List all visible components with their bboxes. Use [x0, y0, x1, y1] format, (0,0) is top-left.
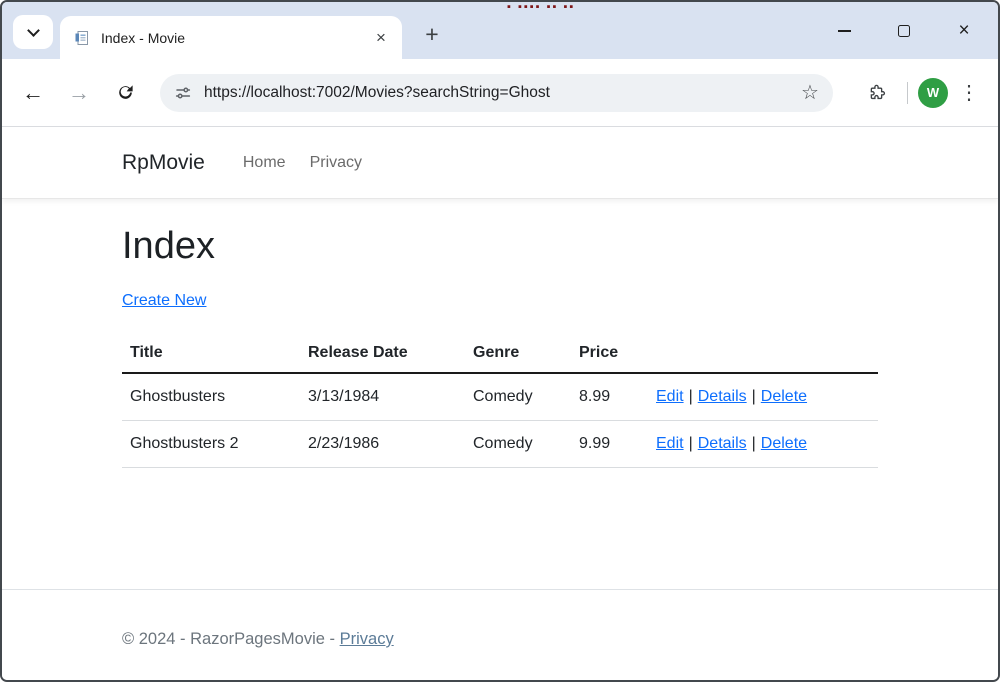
- action-separator: |: [752, 388, 756, 405]
- web-page: RpMovie Home Privacy Index Create New Ti…: [2, 127, 998, 680]
- col-genre: Genre: [465, 334, 571, 373]
- extensions-button[interactable]: [855, 72, 897, 114]
- cell-price: 8.99: [571, 373, 648, 421]
- new-tab-button[interactable]: +: [415, 17, 449, 51]
- nav-privacy-link[interactable]: Privacy: [310, 154, 362, 172]
- brand-link[interactable]: RpMovie: [122, 151, 205, 175]
- cell-release-date: 2/23/1986: [300, 421, 465, 468]
- address-bar[interactable]: https://localhost:7002/Movies?searchStri…: [160, 74, 833, 112]
- movies-table: Title Release Date Genre Price Ghostbust…: [122, 334, 878, 468]
- close-window-button[interactable]: ×: [934, 10, 994, 52]
- site-footer: © 2024 - RazorPagesMovie - Privacy: [2, 589, 998, 680]
- edit-link[interactable]: Edit: [656, 388, 684, 405]
- main-content: Index Create New Title Release Date Genr…: [2, 199, 998, 589]
- delete-link[interactable]: Delete: [761, 388, 807, 405]
- tab-search-button[interactable]: [13, 15, 53, 49]
- maximize-icon: [898, 25, 910, 37]
- back-button[interactable]: ←: [10, 70, 56, 116]
- tab-close-icon[interactable]: ×: [370, 27, 392, 49]
- maximize-button[interactable]: [874, 10, 934, 52]
- site-settings-icon: [174, 84, 192, 102]
- nav-home-link[interactable]: Home: [243, 154, 286, 172]
- site-navbar: RpMovie Home Privacy: [2, 127, 998, 199]
- browser-window: ▪ ▪▪▪▪ ▪▪ ▪▪ Index - Movie × +: [0, 0, 1000, 682]
- profile-avatar[interactable]: W: [918, 78, 948, 108]
- cell-genre: Comedy: [465, 373, 571, 421]
- col-release-date: Release Date: [300, 334, 465, 373]
- cell-genre: Comedy: [465, 421, 571, 468]
- url-text: https://localhost:7002/Movies?searchStri…: [204, 84, 795, 102]
- action-separator: |: [752, 435, 756, 452]
- table-header-row: Title Release Date Genre Price: [122, 334, 878, 373]
- browser-toolbar: ← → https://localhost:7002/Movies?search…: [2, 59, 998, 127]
- col-title: Title: [122, 334, 300, 373]
- details-link[interactable]: Details: [698, 435, 747, 452]
- forward-button[interactable]: →: [56, 70, 102, 116]
- page-favicon-icon: [74, 30, 90, 46]
- browser-tab[interactable]: Index - Movie ×: [60, 16, 402, 59]
- tab-title: Index - Movie: [101, 30, 370, 46]
- chevron-down-icon: [27, 24, 40, 37]
- clipped-text-artifact: ▪ ▪▪▪▪ ▪▪ ▪▪: [507, 2, 617, 9]
- browser-menu-button[interactable]: ⋮: [948, 72, 990, 114]
- cell-actions: Edit | Details | Delete: [648, 373, 878, 421]
- footer-privacy-link[interactable]: Privacy: [340, 630, 394, 648]
- cell-price: 9.99: [571, 421, 648, 468]
- delete-link[interactable]: Delete: [761, 435, 807, 452]
- col-price: Price: [571, 334, 648, 373]
- minimize-icon: [838, 30, 851, 32]
- window-controls: ×: [814, 2, 994, 59]
- create-new-link[interactable]: Create New: [122, 292, 206, 310]
- action-separator: |: [689, 388, 693, 405]
- puzzle-icon: [867, 83, 886, 102]
- reload-icon: [116, 83, 135, 102]
- cell-release-date: 3/13/1984: [300, 373, 465, 421]
- footer-text: © 2024 - RazorPagesMovie -: [122, 630, 335, 648]
- bookmark-star-icon[interactable]: ☆: [795, 78, 825, 108]
- edit-link[interactable]: Edit: [656, 435, 684, 452]
- col-actions: [648, 334, 878, 373]
- minimize-button[interactable]: [814, 10, 874, 52]
- page-title: Index: [122, 225, 878, 268]
- toolbar-divider: [907, 82, 908, 104]
- details-link[interactable]: Details: [698, 388, 747, 405]
- cell-actions: Edit | Details | Delete: [648, 421, 878, 468]
- reload-button[interactable]: [102, 70, 148, 116]
- cell-title: Ghostbusters: [122, 373, 300, 421]
- table-row: Ghostbusters 3/13/1984 Comedy 8.99 Edit |…: [122, 373, 878, 421]
- table-row: Ghostbusters 2 2/23/1986 Comedy 9.99 Edi…: [122, 421, 878, 468]
- cell-title: Ghostbusters 2: [122, 421, 300, 468]
- tab-strip: ▪ ▪▪▪▪ ▪▪ ▪▪ Index - Movie × +: [2, 2, 998, 59]
- action-separator: |: [689, 435, 693, 452]
